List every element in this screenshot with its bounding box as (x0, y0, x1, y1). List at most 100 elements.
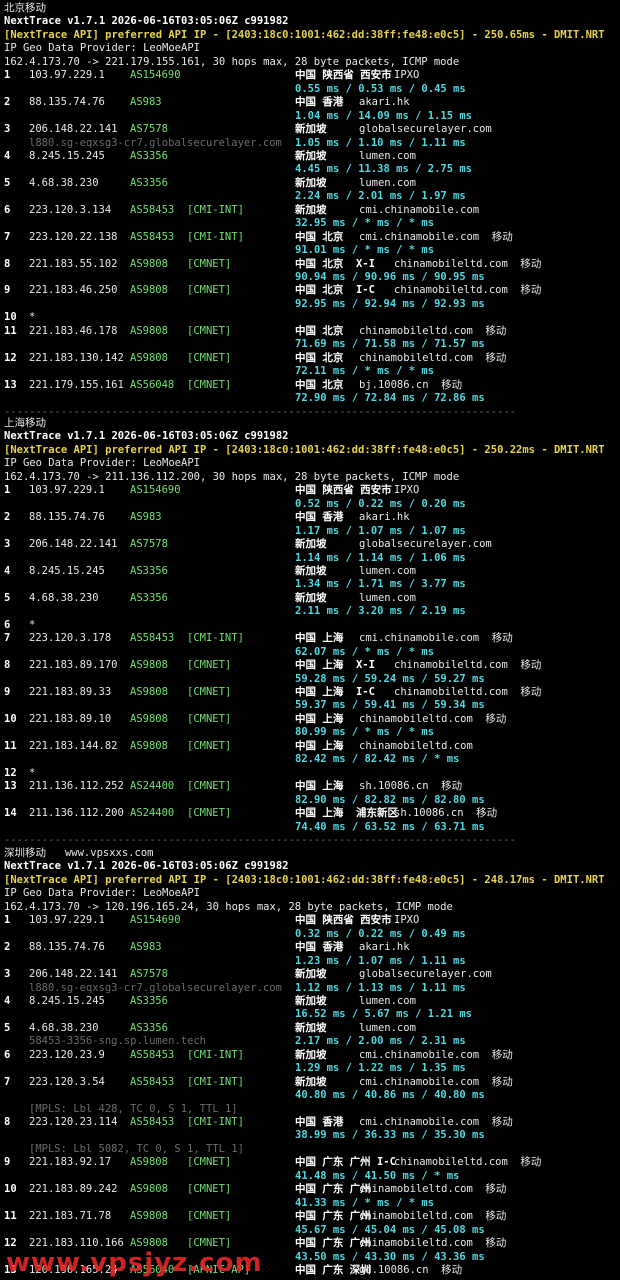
hop-host: akari.hk (359, 941, 410, 954)
hop-number: 3 (4, 123, 11, 136)
hop-tag: [CMNET] (187, 686, 232, 698)
hop-number: 8 (4, 257, 11, 270)
hop-ip: 103.97.229.1 (29, 484, 105, 497)
hop-host: chinamobileltd.com 移动 (359, 351, 507, 364)
hop-geo: 中国 北京 I-C (295, 284, 375, 297)
hop-rtt: 4.45 ms / 11.38 ms / 2.75 ms (295, 163, 473, 176)
hop-rtt: 2.24 ms / 2.01 ms / 1.97 ms (295, 190, 466, 203)
hop-rtt: 1.14 ms / 1.14 ms / 1.06 ms (295, 551, 466, 564)
hop-ip: 88.135.74.76 (29, 941, 105, 954)
hop-number: 10 (4, 1183, 17, 1196)
hop-ip: 4.68.38.230 (29, 1021, 99, 1034)
hop-number: 3 (4, 968, 11, 981)
hop-ip: 221.179.155.161 (29, 378, 124, 391)
hop-number: 7 (4, 632, 11, 645)
hop-host: lumen.com (359, 591, 416, 604)
hop-ip: 223.120.22.138 (29, 230, 118, 243)
hop-host: chinamobileltd.com 移动 (394, 1156, 542, 1169)
hop-ip: 103.97.229.1 (29, 69, 105, 82)
hop-ip: 206.148.22.141 (29, 968, 118, 981)
trace-header-text: 162.4.173.70 -> 221.179.155.161, 30 hops… (4, 55, 460, 68)
hop-number: 13 (4, 780, 17, 793)
separator: ----------------------------------------… (4, 405, 517, 418)
hop-geo: 中国 上海 (295, 712, 344, 725)
hop-ip: 4.68.38.230 (29, 176, 99, 189)
hop-number: 6 (4, 1048, 11, 1061)
trace-header-text: 162.4.173.70 -> 120.196.165.24, 30 hops … (4, 900, 453, 913)
hop-asn: AS9808 (130, 739, 168, 752)
hop-number: 5 (4, 591, 11, 604)
hop-number: 4 (4, 564, 11, 577)
hop-ip: 221.183.89.242 (29, 1183, 118, 1196)
geo-provider-text: IP Geo Data Provider: LeoMoeAPI (4, 457, 200, 470)
hop-ip: 223.120.3.178 (29, 632, 112, 645)
hop-number: 5 (4, 1021, 11, 1034)
hop-rtt: 92.95 ms / 92.94 ms / 92.93 ms (295, 297, 485, 310)
hop-ip: 221.183.89.170 (29, 659, 118, 672)
hop-ip: 8.245.15.245 (29, 994, 105, 1007)
hop-tag: [CMI-INT] (187, 1048, 244, 1061)
hop-asn: AS56048 (130, 378, 175, 391)
site-watermark: www.vpsjyz.com (6, 1248, 263, 1278)
hop-geo: 新加坡 (295, 591, 327, 604)
hop-rtt: 2.17 ms / 2.00 ms / 2.31 ms (295, 1035, 466, 1048)
hop-asn: AS24400 (130, 780, 175, 793)
trace-header-text: 162.4.173.70 -> 211.136.112.200, 30 hops… (4, 470, 460, 483)
hop-ip: 223.120.23.9 (29, 1048, 105, 1061)
hop-number: 9 (4, 686, 11, 698)
hop-host: chinamobileltd.com (359, 739, 473, 752)
hop-rtt: 1.23 ms / 1.07 ms / 1.11 ms (295, 954, 466, 967)
hop-ip: 88.135.74.76 (29, 511, 105, 524)
hop-host: bj.10086.cn 移动 (359, 378, 463, 391)
hop-asn: AS9808 (130, 1183, 168, 1196)
hop-geo: 中国 上海 (295, 780, 344, 793)
hop-rtt: 74.40 ms / 63.52 ms / 63.71 ms (295, 820, 485, 833)
hop-host: cmi.chinamobile.com 移动 (359, 1075, 513, 1088)
hop-tag: [CMNET] (187, 284, 232, 297)
hop-host: akari.hk (359, 511, 410, 524)
version-text: NextTrace v1.7.1 2026-06-16T03:05:06Z c9… (4, 860, 289, 873)
hop-rtt: 1.04 ms / 14.09 ms / 1.15 ms (295, 109, 473, 122)
hop-rtt: 38.99 ms / 36.33 ms / 35.30 ms (295, 1129, 485, 1142)
hop-rtt: 1.17 ms / 1.07 ms / 1.07 ms (295, 524, 466, 537)
hop-number: 12 (4, 766, 17, 779)
hop-rtt: 0.55 ms / 0.53 ms / 0.45 ms (295, 82, 466, 95)
hop-geo: 中国 陕西省 西安市 (295, 914, 392, 927)
hop-tag: [CMI-INT] (187, 230, 244, 243)
hop-geo: 中国 香港 (295, 941, 344, 954)
hop-number: 2 (4, 96, 11, 109)
hop-rtt: 80.99 ms / * ms / * ms (295, 726, 435, 739)
hop-rtt: 2.11 ms / 3.20 ms / 2.19 ms (295, 605, 466, 618)
hop-geo: 新加坡 (295, 968, 327, 981)
hop-rtt: 59.28 ms / 59.24 ms / 59.27 ms (295, 672, 485, 685)
hop-tag: [CMNET] (187, 739, 232, 752)
hop-number: 4 (4, 149, 11, 162)
hop-mpls: [MPLS: Lbl 5082, TC 0, S 1, TTL 1] (29, 1142, 244, 1155)
hop-asn: AS24400 (130, 807, 175, 820)
hop-geo: 新加坡 (295, 149, 327, 162)
hop-tag: [CMNET] (187, 378, 232, 391)
hop-rtt: 41.33 ms / * ms / * ms (295, 1196, 435, 1209)
hop-asn: AS7578 (130, 968, 168, 981)
hop-geo: 中国 北京 (295, 324, 344, 337)
hop-host: sh.10086.cn 移动 (359, 780, 463, 793)
hop-number: 9 (4, 284, 11, 297)
hop-ip: 103.97.229.1 (29, 914, 105, 927)
hop-number: 2 (4, 941, 11, 954)
hop-asn: AS9808 (130, 686, 168, 698)
hop-mpls: [MPLS: Lbl 428, TC 0, S 1, TTL 1] (29, 1102, 238, 1115)
hop-rtt: 32.95 ms / * ms / * ms (295, 217, 435, 230)
hop-rtt: 0.52 ms / 0.22 ms / 0.20 ms (295, 497, 466, 510)
hop-rtt: 41.48 ms / 41.50 ms / * ms (295, 1169, 460, 1182)
hop-geo: 新加坡 (295, 538, 327, 551)
hop-asn: AS3356 (130, 1021, 168, 1034)
hop-asn: AS58453 (130, 1116, 175, 1128)
hop-ip: 221.183.144.82 (29, 739, 118, 752)
hop-ip: 221.183.46.250 (29, 284, 118, 297)
hop-tag: [CMI-INT] (187, 1116, 244, 1128)
hop-ip: 88.135.74.76 (29, 96, 105, 109)
hop-rtt: 72.90 ms / 72.84 ms / 72.86 ms (295, 392, 485, 405)
hop-geo: 新加坡 (295, 994, 327, 1007)
hop-host: chinamobileltd.com 移动 (394, 257, 542, 270)
hop-host: cmi.chinamobile.com 移动 (359, 230, 513, 243)
